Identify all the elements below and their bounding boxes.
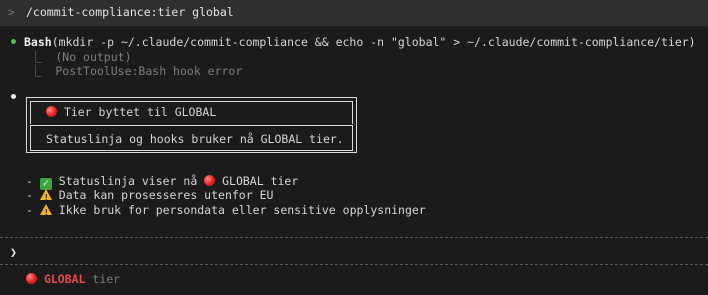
input-prompt-symbol: ❯ [10,245,17,259]
red-circle-icon [26,273,37,284]
result-box-body: Statuslinja og hooks bruker nå GLOBAL ti… [46,132,344,146]
bullet-item: - Data kan prosesseres utenfor EU [26,187,273,206]
tool-call-line: Bash(mkdir -p ~/.claude/commit-complianc… [24,34,696,50]
chat-input[interactable] [26,244,696,260]
warning-icon [39,189,52,206]
tier-label: GLOBAL [43,272,86,286]
result-box: Tier byttet til GLOBAL Statuslinja og ho… [26,97,357,153]
command-text: /commit-compliance:tier global [26,5,234,19]
tool-status-dot-icon [11,39,16,44]
result-box-title-row: Tier byttet til GLOBAL [46,104,216,120]
input-top-divider [0,237,708,238]
warning-icon [39,204,52,221]
response-dot-icon [11,94,16,99]
command-caret: > [8,5,15,19]
bullet-item: - Ikke bruk for persondata eller sensiti… [26,202,426,221]
tier-suffix: tier [85,272,121,286]
red-circle-icon [46,106,57,117]
result-box-title: Tier byttet til GLOBAL [63,105,217,119]
tool-name: Bash [24,35,52,49]
input-bottom-divider [0,264,708,265]
red-circle-icon [204,175,216,186]
tool-hook-error-line: ⎿ PostToolUse:Bash hook error [30,64,243,78]
tool-args: (mkdir -p ~/.claude/commit-compliance &&… [51,35,696,49]
command-echo-bar: > /commit-compliance:tier global [0,0,708,26]
status-line: GLOBAL tier [26,271,120,287]
